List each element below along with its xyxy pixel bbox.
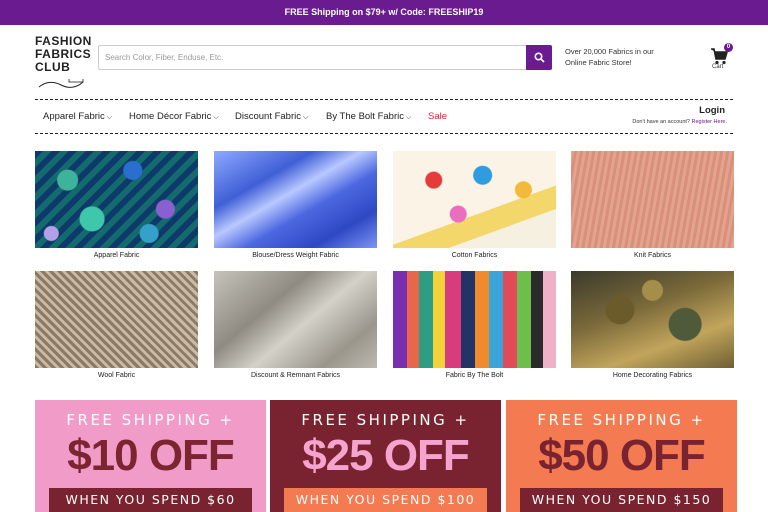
cart-button[interactable]: 0 Cart: [708, 43, 736, 73]
nav-item-label: Apparel Fabric: [43, 111, 105, 122]
category-image: [393, 271, 556, 368]
nav-item-label: By The Bolt Fabric: [326, 111, 404, 122]
nav-item-label: Discount Fabric: [235, 111, 301, 122]
category-cotton[interactable]: Cotton Fabrics: [393, 151, 556, 259]
category-home-decorating[interactable]: Home Decorating Fabrics: [571, 271, 734, 379]
banner-headline: FREE SHIPPING +: [537, 411, 706, 429]
category-by-the-bolt[interactable]: Fabric By The Bolt: [393, 271, 556, 379]
banner-headline: FREE SHIPPING +: [301, 411, 470, 429]
promo-banner-25-off[interactable]: FREE SHIPPING + $25 OFF WHEN YOU SPEND $…: [270, 400, 501, 512]
category-wool[interactable]: Wool Fabric: [35, 271, 198, 379]
chevron-down-icon: ⌵: [106, 114, 113, 121]
register-link[interactable]: Register Here.: [692, 119, 727, 125]
banner-condition: WHEN YOU SPEND $100: [284, 488, 487, 512]
register-prompt: Don't have an account? Register Here.: [632, 119, 727, 125]
promo-bar[interactable]: FREE Shipping on $79+ w/ Code: FREESHIP1…: [0, 0, 768, 25]
logo-line3: CLUB: [35, 60, 71, 74]
nav-item-discount[interactable]: Discount Fabric ⌵: [235, 111, 308, 122]
promo-banner-10-off[interactable]: FREE SHIPPING + $10 OFF WHEN YOU SPEND $…: [35, 400, 266, 512]
cart-count-badge: 0: [724, 43, 733, 52]
cart-label: Cart: [712, 64, 724, 70]
category-apparel[interactable]: Apparel Fabric: [35, 151, 198, 259]
category-image: [35, 271, 198, 368]
promo-banner-50-off[interactable]: FREE SHIPPING + $50 OFF WHEN YOU SPEND $…: [506, 400, 737, 512]
nav-item-home-decor[interactable]: Home Décor Fabric ⌵: [129, 111, 219, 122]
category-image: [571, 151, 734, 248]
banner-discount: $10 OFF: [67, 431, 235, 480]
category-image: [35, 151, 198, 248]
nav-item-apparel[interactable]: Apparel Fabric ⌵: [43, 111, 112, 122]
category-label: Apparel Fabric: [93, 252, 140, 259]
site-logo[interactable]: FASHION FABRICS CLUB: [35, 35, 91, 89]
category-image: [393, 151, 556, 248]
category-image: [571, 271, 734, 368]
chevron-down-icon: ⌵: [303, 114, 309, 121]
nav-bottom-divider: [35, 133, 733, 134]
category-label: Knit Fabrics: [634, 252, 671, 259]
category-label: Cotton Fabrics: [451, 252, 498, 259]
category-image: [214, 151, 377, 248]
category-label: Blouse/Dress Weight Fabric: [252, 252, 339, 259]
banner-discount: $50 OFF: [538, 431, 706, 480]
register-prompt-text: Don't have an account?: [632, 119, 690, 125]
category-label: Wool Fabric: [97, 372, 136, 379]
nav-item-by-the-bolt[interactable]: By The Bolt Fabric ⌵: [326, 111, 411, 122]
search-button[interactable]: [526, 45, 552, 70]
chevron-down-icon: ⌵: [405, 114, 412, 121]
nav-item-label: Home Décor Fabric: [129, 111, 212, 122]
search-input[interactable]: [99, 46, 527, 69]
category-discount-remnant[interactable]: Discount & Remnant Fabrics: [214, 271, 377, 379]
banner-discount: $25 OFF: [302, 431, 470, 480]
nav-top-divider: [35, 99, 733, 100]
banner-condition: WHEN YOU SPEND $60: [49, 488, 252, 512]
store-tagline: Over 20,000 Fabrics in our Online Fabric…: [565, 47, 654, 67]
logo-swirl-icon: [38, 79, 84, 88]
category-label: Discount & Remnant Fabrics: [250, 372, 341, 379]
category-label: Home Decorating Fabrics: [612, 372, 693, 379]
search-icon: [534, 52, 545, 63]
main-nav: Apparel Fabric ⌵ Home Décor Fabric ⌵ Disco…: [35, 103, 733, 131]
category-image: [214, 271, 377, 368]
login-link[interactable]: Login: [699, 105, 725, 116]
nav-item-sale[interactable]: Sale: [428, 111, 447, 122]
category-label: Fabric By The Bolt: [445, 372, 504, 379]
banner-condition: WHEN YOU SPEND $150: [520, 488, 723, 512]
search-bar: [98, 45, 552, 70]
category-knit[interactable]: Knit Fabrics: [571, 151, 734, 259]
site-header: FASHION FABRICS CLUB Over 20,000 Fabrics…: [0, 25, 768, 97]
banner-headline: FREE SHIPPING +: [66, 411, 235, 429]
category-blouse-dress[interactable]: Blouse/Dress Weight Fabric: [214, 151, 377, 259]
chevron-down-icon: ⌵: [213, 114, 219, 121]
